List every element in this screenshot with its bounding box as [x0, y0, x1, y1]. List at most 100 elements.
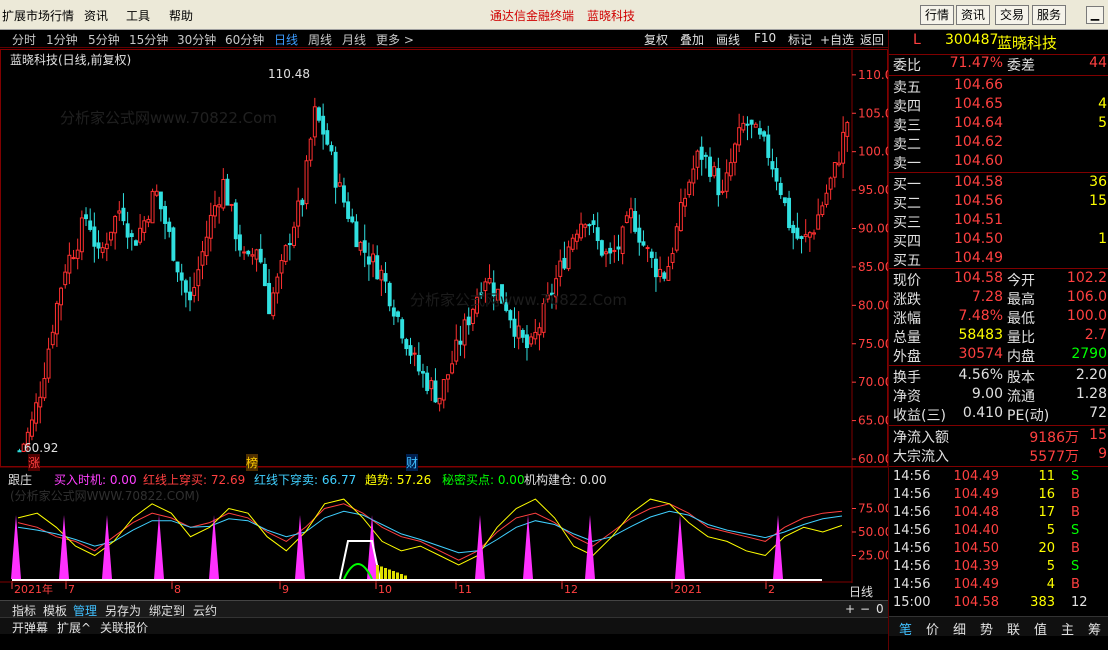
candle-body[interactable]: [724, 172, 729, 192]
candle-body[interactable]: [570, 237, 575, 250]
period-tab-5min[interactable]: 5分钟: [88, 31, 120, 48]
candle-body[interactable]: [258, 248, 263, 263]
period-tab-1min[interactable]: 1分钟: [46, 31, 78, 48]
news-button[interactable]: 资讯: [956, 5, 991, 25]
candle-body[interactable]: [42, 378, 47, 399]
period-tab-60min[interactable]: 60分钟: [225, 31, 264, 48]
candle-body[interactable]: [371, 253, 376, 263]
candle-body[interactable]: [799, 236, 804, 239]
candle-body[interactable]: [100, 247, 105, 253]
bid-row[interactable]: 买三 104.51: [893, 212, 1107, 231]
candle-body[interactable]: [325, 130, 330, 145]
indicator-name[interactable]: 跟庄: [8, 471, 32, 488]
candle-body[interactable]: [358, 241, 363, 251]
candle-body[interactable]: [113, 215, 118, 234]
menu-extended-market[interactable]: 扩展市场行情: [2, 7, 74, 24]
candle-body[interactable]: [733, 143, 737, 163]
candle-body[interactable]: [445, 374, 450, 380]
candle-body[interactable]: [283, 245, 288, 262]
candle-body[interactable]: [816, 214, 821, 230]
candle-body[interactable]: [391, 307, 396, 317]
menu-news[interactable]: 资讯: [84, 7, 108, 24]
candle-body[interactable]: [138, 227, 143, 243]
candle-body[interactable]: [317, 107, 321, 121]
candle-body[interactable]: [279, 260, 284, 274]
candle-body[interactable]: [150, 190, 155, 224]
candle-body[interactable]: [183, 280, 188, 293]
tick-row[interactable]: 14:56 104.49 4 B: [889, 577, 1108, 595]
candle-body[interactable]: [59, 287, 64, 306]
candle-body[interactable]: [583, 224, 588, 228]
candle-body[interactable]: [408, 345, 413, 356]
candle-body[interactable]: [433, 380, 438, 403]
candle-body[interactable]: [587, 224, 592, 227]
candle-body[interactable]: [29, 419, 34, 437]
candle-body[interactable]: [525, 334, 529, 349]
quote-button[interactable]: 行情: [920, 5, 955, 25]
candle-body[interactable]: [599, 240, 604, 256]
candle-body[interactable]: [828, 177, 833, 190]
candle-body[interactable]: [437, 397, 442, 405]
zoom-out-button[interactable]: −: [860, 602, 870, 616]
candle-body[interactable]: [421, 371, 425, 374]
candle-body[interactable]: [292, 226, 296, 246]
candle-body[interactable]: [778, 182, 783, 196]
candle-body[interactable]: [703, 154, 708, 157]
candle-body[interactable]: [88, 220, 93, 230]
kline-svg[interactable]: 110.00105.00100.0095.0090.0085.0080.0075…: [0, 49, 888, 601]
candle-body[interactable]: [774, 168, 779, 182]
candle-body[interactable]: [837, 162, 841, 166]
candle-body[interactable]: [383, 273, 388, 282]
period-tab-timeshare[interactable]: 分时: [12, 31, 36, 48]
candle-body[interactable]: [84, 214, 88, 220]
candle-body[interactable]: [824, 192, 829, 205]
quote-tab[interactable]: 值: [1034, 619, 1047, 638]
candle-body[interactable]: [687, 181, 692, 196]
candle-body[interactable]: [558, 260, 563, 277]
candle-body[interactable]: [400, 319, 405, 339]
candle-body[interactable]: [229, 203, 234, 206]
candle-body[interactable]: [341, 185, 346, 203]
candle-body[interactable]: [38, 396, 43, 408]
candle-body[interactable]: [350, 216, 355, 223]
candle-body[interactable]: [158, 191, 163, 210]
menu-tools[interactable]: 工具: [126, 7, 150, 24]
linked-quote-button[interactable]: 关联报价: [100, 619, 148, 636]
candle-body[interactable]: [225, 178, 230, 206]
quote-tab[interactable]: 筹: [1088, 619, 1101, 638]
period-tab-more[interactable]: 更多 >: [376, 31, 414, 48]
candle-body[interactable]: [163, 206, 168, 224]
quote-tab[interactable]: 细: [953, 619, 966, 638]
candle-body[interactable]: [683, 197, 688, 207]
candle-body[interactable]: [595, 227, 600, 242]
candle-body[interactable]: [579, 223, 584, 239]
tick-row[interactable]: 14:56 104.48 17 B: [889, 505, 1108, 523]
candle-body[interactable]: [54, 302, 59, 335]
bid-row[interactable]: 买四 104.50 1: [893, 231, 1107, 250]
candle-body[interactable]: [604, 251, 608, 255]
candle-body[interactable]: [649, 251, 654, 258]
candle-body[interactable]: [362, 240, 367, 253]
candle-body[interactable]: [104, 243, 109, 250]
bid-row[interactable]: 买二 104.56 15: [893, 193, 1107, 212]
candle-body[interactable]: [695, 150, 700, 168]
candle-body[interactable]: [142, 220, 147, 233]
candle-body[interactable]: [196, 269, 201, 287]
candle-body[interactable]: [250, 254, 255, 257]
candle-body[interactable]: [312, 106, 317, 138]
candle-body[interactable]: [470, 308, 475, 324]
quote-tab[interactable]: 价: [926, 619, 939, 638]
candle-body[interactable]: [204, 236, 209, 257]
candle-body[interactable]: [820, 205, 825, 216]
bid-row[interactable]: 买一 104.58 36: [893, 174, 1107, 193]
candle-body[interactable]: [712, 166, 717, 177]
candle-body[interactable]: [512, 318, 517, 337]
adjust-button[interactable]: 复权: [644, 31, 668, 48]
candle-body[interactable]: [662, 272, 667, 279]
candle-body[interactable]: [629, 208, 633, 219]
candle-body[interactable]: [208, 214, 213, 239]
candle-body[interactable]: [117, 210, 122, 214]
candle-body[interactable]: [699, 146, 704, 160]
candle-body[interactable]: [387, 282, 392, 307]
candle-body[interactable]: [624, 215, 629, 224]
